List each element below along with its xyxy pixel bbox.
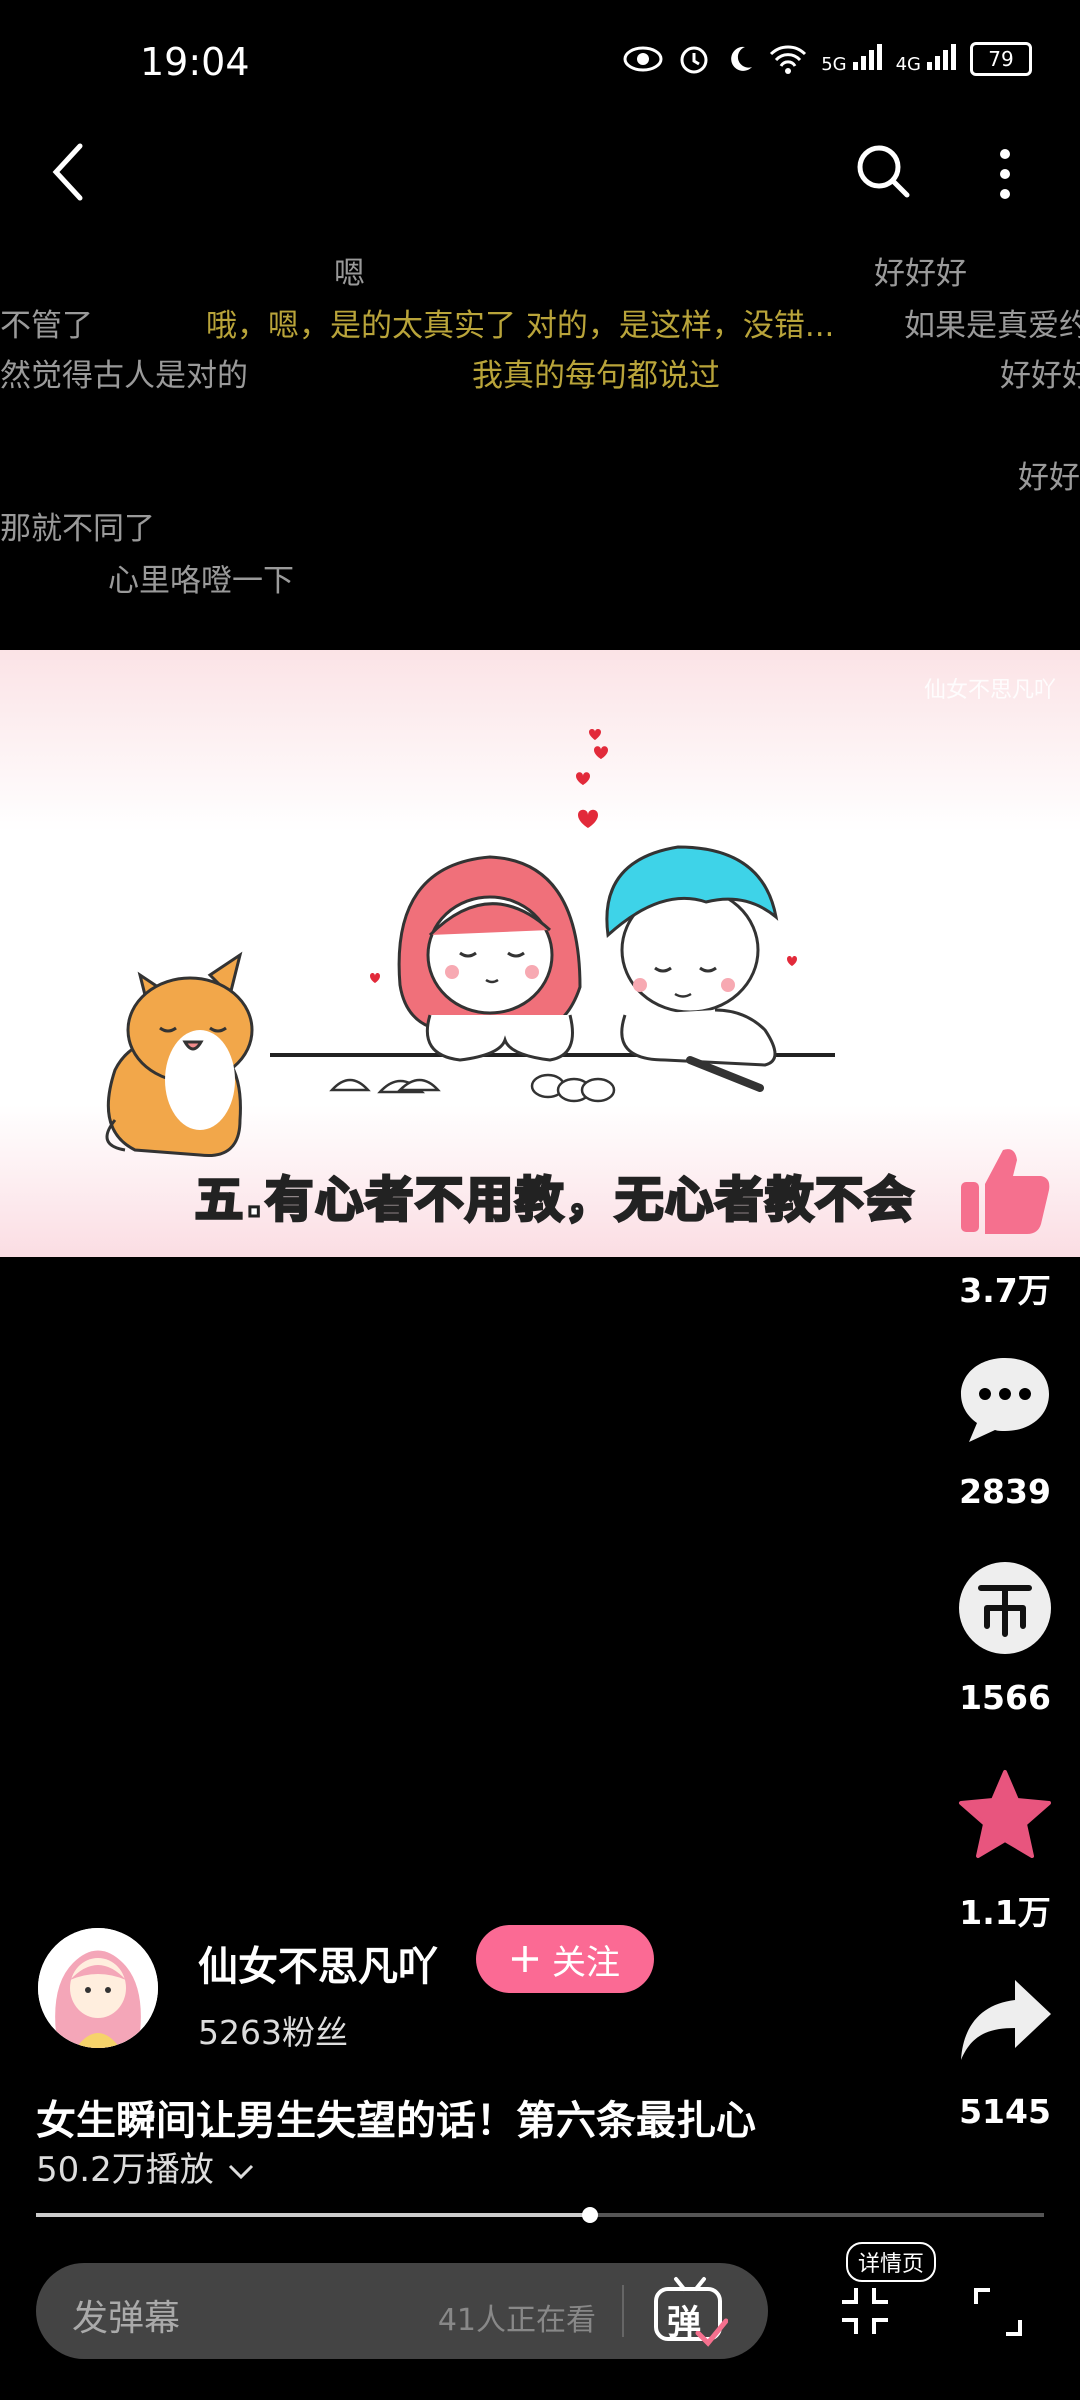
favorite-count: 1.1万	[959, 1893, 1051, 1932]
moon-icon	[731, 46, 753, 71]
video-title: 女生瞬间让男生失望的话！第六条最扎心	[36, 2098, 756, 2144]
watching-count: 41人正在看	[437, 2303, 596, 2338]
status-icons: 5G 4G 79	[623, 42, 1032, 76]
back-icon[interactable]	[50, 142, 86, 202]
progress-bar[interactable]	[36, 2207, 1044, 2223]
video-player[interactable]: 仙女不思凡吖 五.有心者不用教，无心者教不会	[0, 650, 1080, 1257]
coin-button[interactable]	[930, 1560, 1080, 1660]
signal-5g-icon: 5G	[821, 43, 882, 75]
alarm-icon	[680, 46, 708, 74]
comment-count: 2839	[959, 1472, 1051, 1511]
like-count: 3.7万	[959, 1271, 1051, 1310]
chevron-down-icon	[228, 2164, 253, 2180]
author-name[interactable]: 仙女不思凡吖	[198, 1934, 438, 1992]
danmaku-comment: 我真的每句都说过	[472, 358, 720, 394]
danmaku-toggle-button[interactable]: 弹	[652, 2275, 728, 2347]
share-icon	[961, 1980, 1051, 2060]
avatar-image	[38, 1928, 158, 2048]
video-subtitle: 五.有心者不用教，无心者教不会	[193, 1171, 916, 1230]
search-icon[interactable]	[856, 144, 910, 198]
play-count-label: 50.2万播放	[36, 2150, 214, 2190]
wifi-icon	[770, 45, 807, 74]
exit-fullscreen-icon[interactable]	[838, 2284, 892, 2338]
star-icon	[959, 1770, 1051, 1858]
fans-count: 5263粉丝	[198, 2013, 348, 2052]
follow-label: 关注	[552, 1942, 620, 1983]
favorite-button[interactable]	[930, 1768, 1080, 1864]
danmaku-comment: 心里咯噔一下	[108, 563, 294, 599]
play-count[interactable]: 50.2万播放	[36, 2142, 255, 2191]
status-time: 19:04	[140, 40, 250, 84]
more-options-icon[interactable]	[998, 148, 1012, 200]
danmaku-comment: 好好	[1018, 460, 1080, 496]
danmaku-comment: 好好好	[1000, 358, 1080, 394]
net1-label: 5G	[821, 53, 847, 75]
eye-icon	[623, 46, 663, 72]
comment-button[interactable]	[930, 1354, 1080, 1450]
coin-count: 1566	[959, 1678, 1051, 1717]
battery-level: 79	[988, 47, 1014, 71]
detail-page-tag[interactable]: 详情页	[846, 2242, 937, 2282]
coin-icon	[959, 1562, 1051, 1654]
author-avatar[interactable]	[38, 1928, 158, 2048]
battery-icon: 79	[970, 42, 1032, 76]
comment-icon	[961, 1358, 1049, 1442]
like-button[interactable]	[930, 1144, 1080, 1240]
divider	[622, 2285, 624, 2337]
danmaku-comment: 哦，嗯，是的太真实了 对的，是这样，没错...	[206, 308, 835, 344]
share-button[interactable]	[930, 1976, 1080, 2068]
progress-knob[interactable]	[582, 2207, 599, 2223]
share-count: 5145	[959, 2092, 1051, 2131]
danmaku-comment: 如果是真爱约	[904, 308, 1080, 344]
danmaku-comment: 那就不同了	[0, 511, 155, 547]
danmaku-comment: 嗯	[334, 256, 365, 292]
danmaku-input[interactable]: 发弹幕 41人正在看 弹	[36, 2263, 768, 2359]
danmaku-comment: 然觉得古人是对的	[0, 358, 248, 394]
danmaku-comment: 好好好	[874, 256, 967, 292]
rotate-screen-icon[interactable]	[972, 2286, 1024, 2338]
danmaku-comment: 不管了	[0, 308, 93, 344]
follow-button[interactable]: 关注	[476, 1925, 654, 1993]
progress-fill	[36, 2213, 591, 2217]
danmaku-icon-label: 弹	[667, 2303, 701, 2343]
plus-icon	[512, 1946, 538, 1972]
signal-4g-icon: 4G	[895, 43, 956, 75]
danmaku-placeholder: 发弹幕	[72, 2298, 181, 2339]
net2-label: 4G	[895, 53, 921, 75]
thumbs-up-icon	[961, 1149, 1050, 1234]
